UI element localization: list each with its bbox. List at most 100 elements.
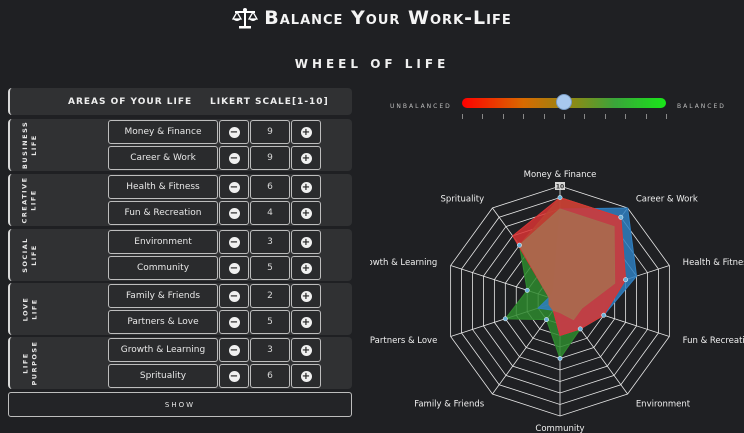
- unbalanced-label: UNBALANCED: [390, 103, 452, 110]
- plus-circle-icon: +: [300, 290, 312, 302]
- decrement-button[interactable]: −: [219, 310, 249, 334]
- plus-circle-icon: +: [300, 344, 312, 356]
- minus-circle-icon: −: [228, 370, 240, 382]
- area-name: Fun & Recreation: [108, 201, 218, 225]
- table-row: Partners & Love − 5 +: [108, 310, 322, 334]
- plus-circle-icon: +: [300, 262, 312, 274]
- group-label: SOCIAL LIFE: [20, 237, 38, 273]
- minus-circle-icon: −: [228, 316, 240, 328]
- decrement-button[interactable]: −: [219, 146, 249, 170]
- group-creative-life: CREATIVE LIFE Health & Fitness − 6 + Fun…: [8, 174, 352, 226]
- area-name: Family & Friends: [108, 284, 218, 308]
- table-row: Community − 5 +: [108, 256, 322, 280]
- area-name: Money & Finance: [108, 120, 218, 144]
- likert-value: 2: [250, 284, 290, 308]
- minus-circle-icon: −: [228, 181, 240, 193]
- minus-circle-icon: −: [228, 262, 240, 274]
- radar-axis-label: Sprituality: [441, 194, 485, 204]
- likert-value: 5: [250, 310, 290, 334]
- likert-value: 5: [250, 256, 290, 280]
- radar-axis-label: Money & Finance: [524, 170, 597, 180]
- decrement-button[interactable]: −: [219, 338, 249, 362]
- increment-button[interactable]: +: [291, 230, 321, 254]
- slider-tick: [645, 114, 647, 119]
- minus-circle-icon: −: [228, 344, 240, 356]
- increment-button[interactable]: +: [291, 284, 321, 308]
- table-row: Health & Fitness − 6 +: [108, 175, 322, 199]
- group-label: LIFE PURPOSE: [21, 340, 38, 386]
- decrement-button[interactable]: −: [219, 364, 249, 388]
- radar-point: [557, 195, 563, 200]
- show-button[interactable]: SHOW: [8, 392, 352, 417]
- increment-button[interactable]: +: [291, 364, 321, 388]
- increment-button[interactable]: +: [291, 201, 321, 225]
- balanced-label: BALANCED: [677, 103, 726, 110]
- group-life-purpose: LIFE PURPOSE Growth & Learning − 3 + Spr…: [8, 337, 352, 389]
- group-love-life: LOVE LIFE Family & Friends − 2 + Partner…: [8, 283, 352, 335]
- plus-circle-icon: +: [300, 152, 312, 164]
- decrement-button[interactable]: −: [219, 175, 249, 199]
- radar-axis-label: Family & Friends: [414, 400, 485, 410]
- area-name: Environment: [108, 230, 218, 254]
- table-row: Family & Friends − 2 +: [108, 284, 322, 308]
- increment-button[interactable]: +: [291, 338, 321, 362]
- table-row: Growth & Learning − 3 +: [108, 338, 322, 362]
- radar-point: [557, 356, 563, 361]
- decrement-button[interactable]: −: [219, 201, 249, 225]
- slider-tick: [564, 114, 565, 119]
- app-title-text: Balance Your Work-Life: [264, 7, 512, 29]
- scale-icon: [232, 8, 259, 29]
- likert-value: 6: [250, 364, 290, 388]
- likert-value: 9: [250, 120, 290, 144]
- radar-point: [502, 316, 508, 322]
- minus-circle-icon: −: [228, 236, 240, 248]
- radar-scale-badge-text: 10: [556, 184, 564, 191]
- increment-button[interactable]: +: [291, 175, 321, 199]
- radar-axis-label: Community: [535, 424, 584, 433]
- group-label: CREATIVE LIFE: [21, 176, 39, 224]
- group-label: BUSINESS LIFE: [21, 120, 39, 170]
- plus-circle-icon: +: [300, 370, 312, 382]
- decrement-button[interactable]: −: [219, 120, 249, 144]
- slider-tick: [523, 114, 525, 119]
- likert-value: 6: [250, 175, 290, 199]
- plus-circle-icon: +: [300, 316, 312, 328]
- balance-slider-handle[interactable]: [556, 94, 572, 110]
- group-label: LOVE LIFE: [20, 296, 38, 322]
- minus-circle-icon: −: [228, 290, 240, 302]
- increment-button[interactable]: +: [291, 146, 321, 170]
- page-heading: WHEEL OF LIFE: [294, 57, 450, 71]
- radar-axis-label: Partners & Love: [370, 336, 437, 346]
- radar-axis-label: Career & Work: [636, 194, 698, 204]
- column-header-areas: AREAS OF YOUR LIFE: [68, 96, 193, 107]
- radar-point: [577, 326, 583, 332]
- decrement-button[interactable]: −: [219, 284, 249, 308]
- decrement-button[interactable]: −: [219, 256, 249, 280]
- wheel-of-life-radar-chart: 10 Money & Finance Career & Work Health & F…: [370, 170, 744, 433]
- likert-value: 3: [250, 230, 290, 254]
- slider-tick: [666, 114, 667, 119]
- plus-circle-icon: +: [300, 181, 312, 193]
- radar-point: [516, 242, 522, 248]
- likert-value: 9: [250, 146, 290, 170]
- likert-value: 4: [250, 201, 290, 225]
- slider-tick: [482, 114, 484, 119]
- decrement-button[interactable]: −: [219, 230, 249, 254]
- radar-axis-label: Environment: [636, 400, 691, 410]
- increment-button[interactable]: +: [291, 256, 321, 280]
- group-business-life: BUSINESS LIFE Money & Finance − 9 + Care…: [8, 119, 352, 171]
- increment-button[interactable]: +: [291, 120, 321, 144]
- radar-point: [601, 312, 607, 318]
- plus-circle-icon: +: [300, 236, 312, 248]
- table-row: Money & Finance − 9 +: [108, 120, 322, 144]
- table-row: Sprituality − 6 +: [108, 364, 322, 388]
- minus-circle-icon: −: [228, 126, 240, 138]
- radar-point: [524, 287, 530, 293]
- area-name: Community: [108, 256, 218, 280]
- increment-button[interactable]: +: [291, 310, 321, 334]
- slider-tick: [543, 114, 545, 119]
- table-header: AREAS OF YOUR LIFE LIKERT SCALE[1-10]: [8, 88, 352, 115]
- table-row: Fun & Recreation − 4 +: [108, 201, 322, 225]
- slider-tick: [502, 114, 504, 119]
- area-name: Health & Fitness: [108, 175, 218, 199]
